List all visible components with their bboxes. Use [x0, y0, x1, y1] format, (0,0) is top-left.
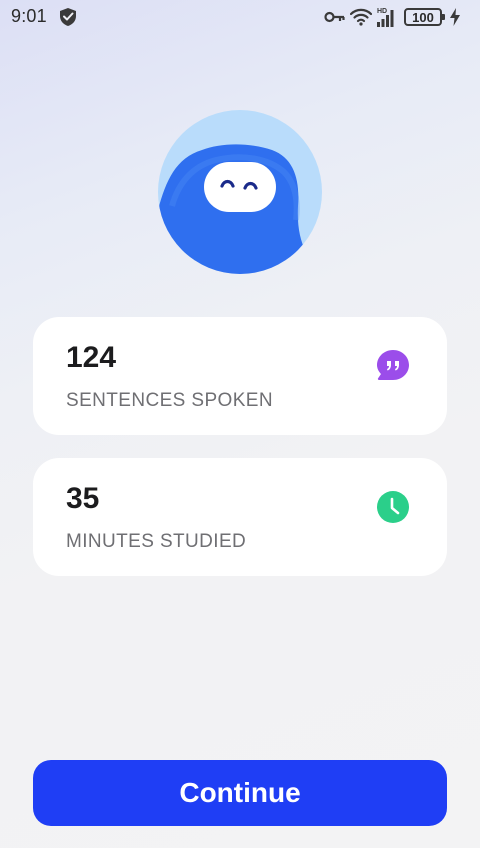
- continue-button[interactable]: Continue: [33, 760, 447, 826]
- status-icons: HD 100: [324, 5, 460, 29]
- signal-badge: HD: [377, 8, 387, 15]
- stat-label: SENTENCES SPOKEN: [66, 390, 274, 411]
- speech-bubble-quote-icon: [376, 349, 410, 383]
- smiling-mascot-icon: [158, 144, 322, 274]
- wifi-icon: [350, 8, 372, 26]
- clock-icon: [376, 490, 410, 524]
- status-time: 9:01: [11, 6, 47, 26]
- stat-value: 124: [66, 341, 117, 374]
- stat-card-sentences: 124 SENTENCES SPOKEN: [33, 317, 447, 435]
- stat-label: MINUTES STUDIED: [66, 531, 247, 552]
- charging-icon: [450, 8, 460, 26]
- battery-icon: 100: [404, 8, 445, 26]
- mascot-avatar: [158, 110, 322, 274]
- vpn-key-icon: [324, 10, 346, 24]
- shield-icon: [58, 7, 78, 27]
- cellular-signal-icon: HD: [376, 6, 396, 28]
- status-bar: 9:01 HD 100: [0, 0, 480, 34]
- stat-card-minutes: 35 MINUTES STUDIED: [33, 458, 447, 576]
- battery-level: 100: [412, 9, 434, 25]
- stat-value: 35: [66, 482, 100, 515]
